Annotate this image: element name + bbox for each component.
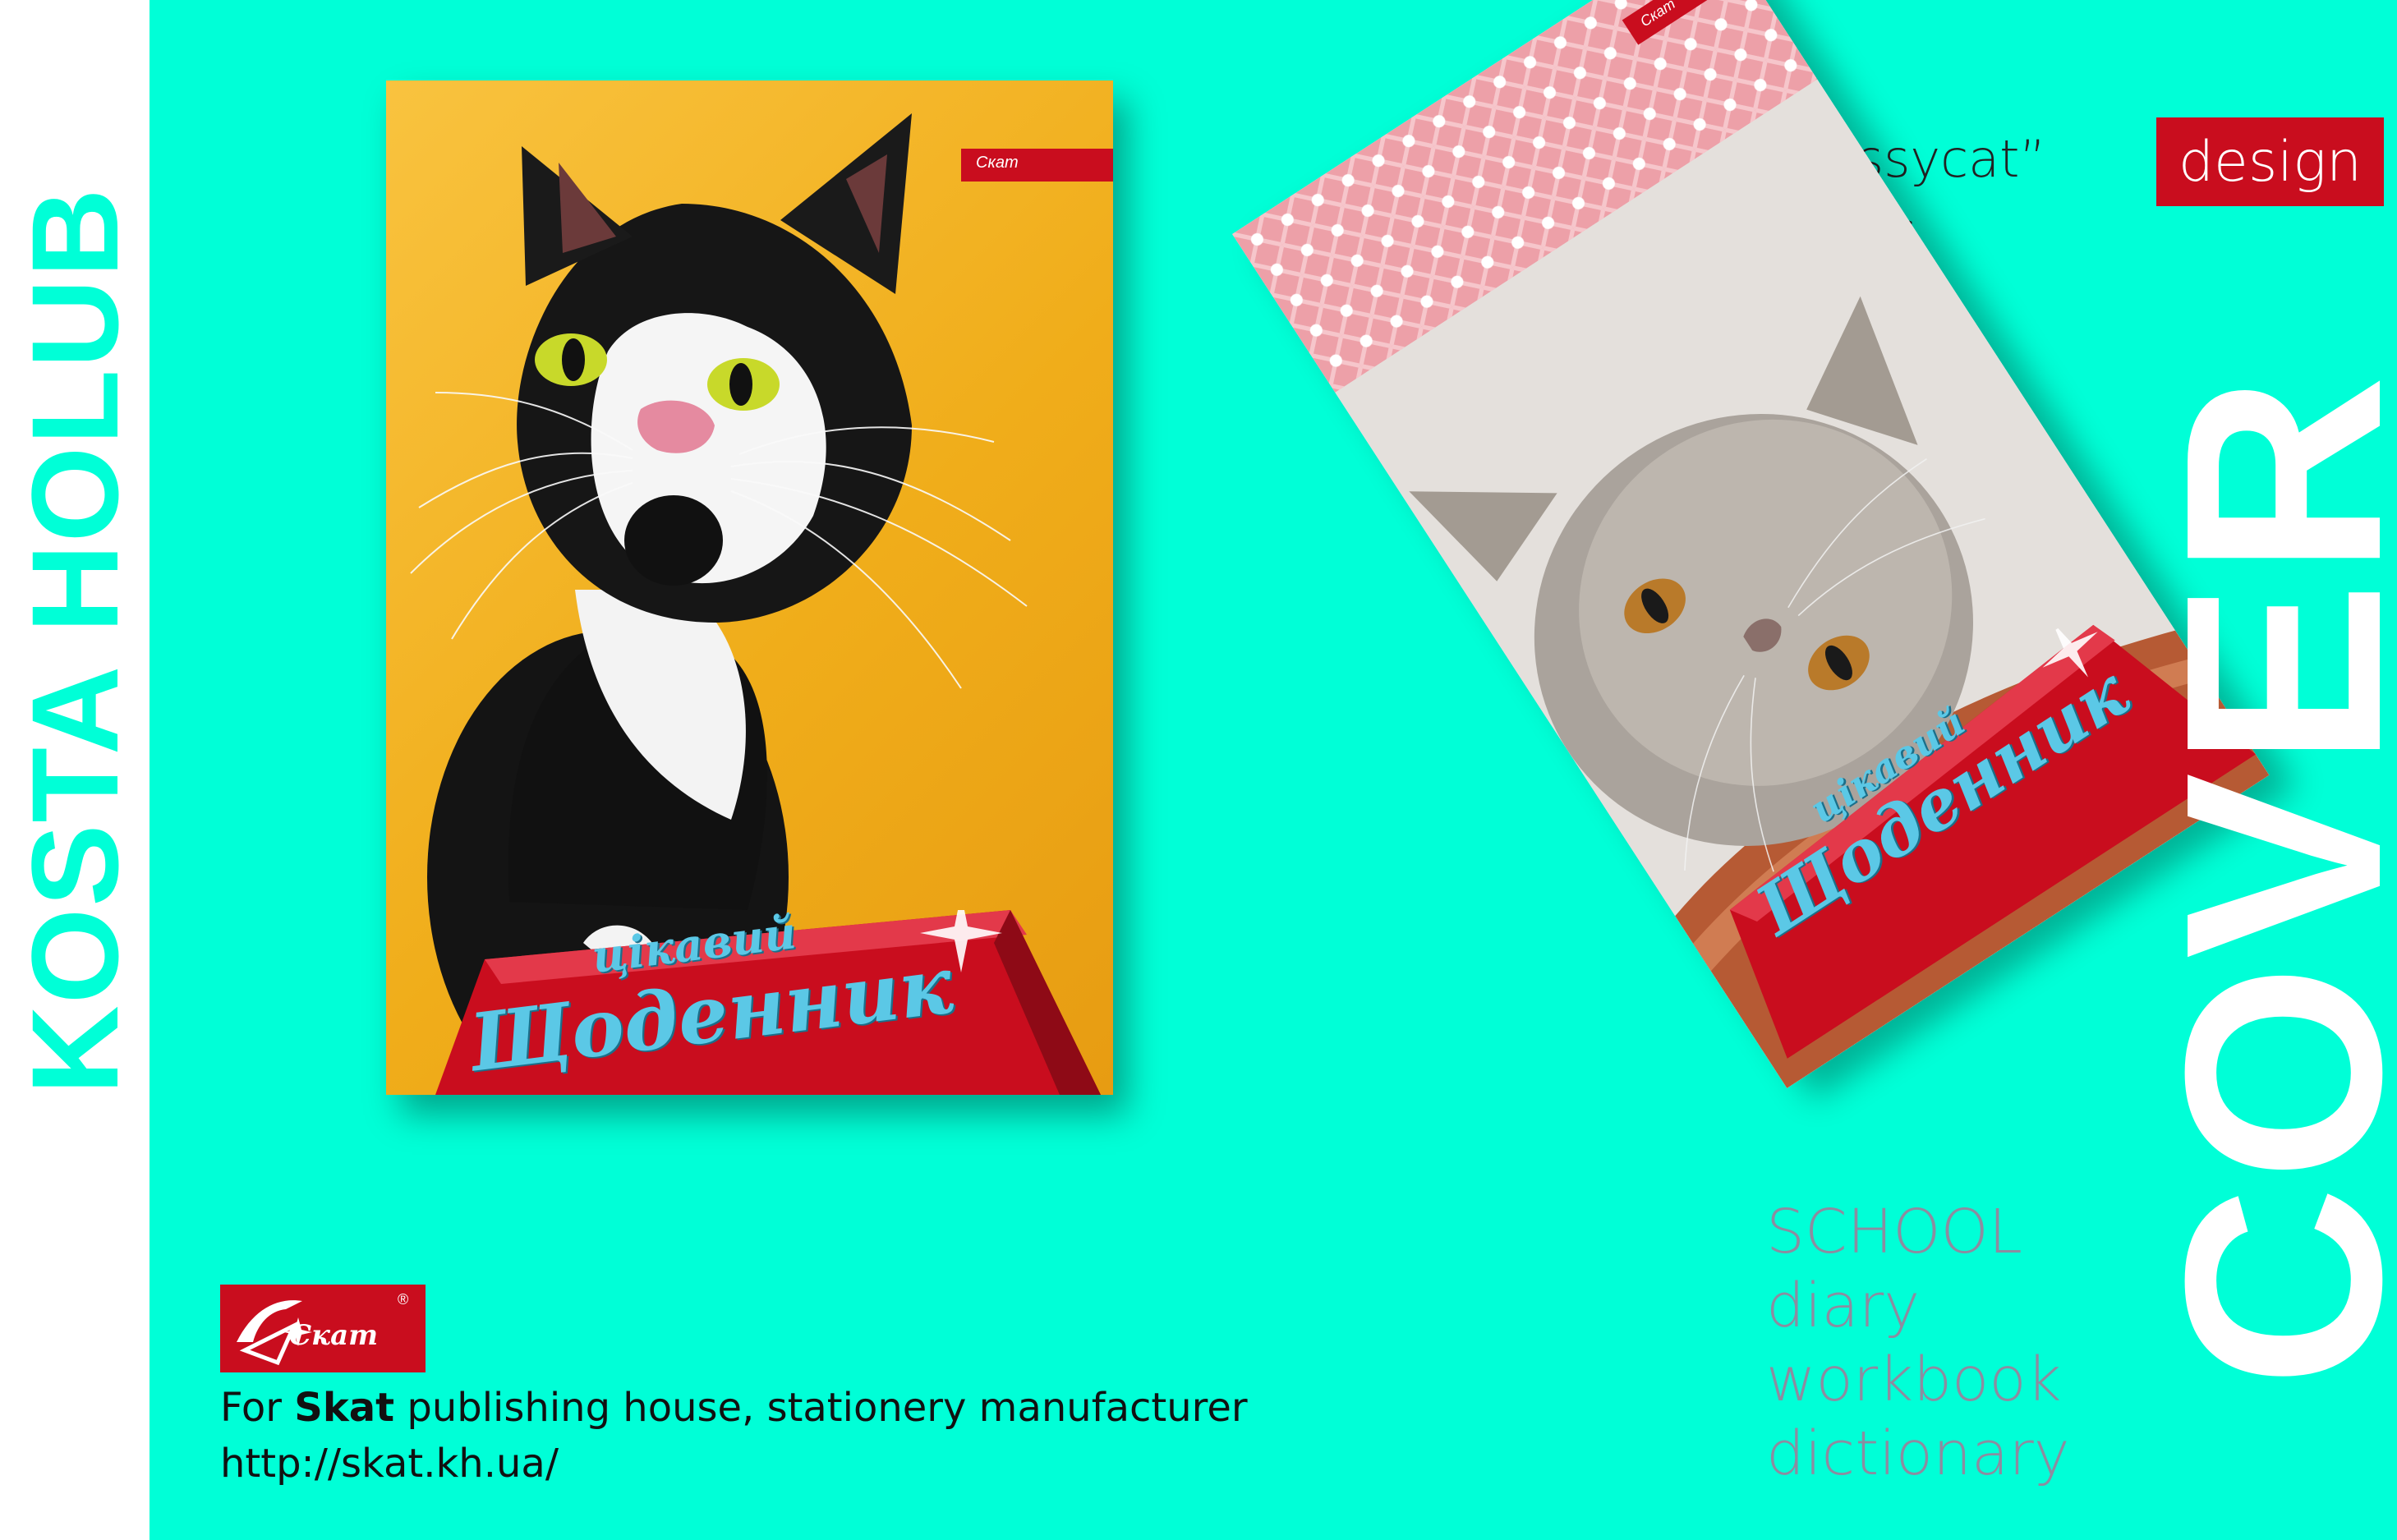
product-categories: SCHOOL diary workbook dictionary xyxy=(1766,1195,2070,1491)
cover-headline-vertical: COVER xyxy=(2128,370,2397,1388)
category-diary: diary xyxy=(1766,1271,1921,1341)
publisher-tag: Скат xyxy=(961,149,1113,182)
title-banner: цікавий Щоденник xyxy=(435,894,1101,1095)
credit-url[interactable]: http://skat.kh.ua/ xyxy=(220,1436,1248,1492)
category-school: SCHOOL xyxy=(1766,1197,2023,1267)
credit-prefix: For xyxy=(220,1385,295,1431)
credit-brand: Skat xyxy=(294,1385,395,1431)
credit-suffix: publishing house, stationery manufacture… xyxy=(394,1385,1248,1431)
credit-line: For Skat publishing house, stationery ma… xyxy=(220,1380,1248,1436)
category-dictionary: dictionary xyxy=(1766,1418,2070,1489)
registered-mark: ® xyxy=(398,1291,409,1308)
diary-cover-black-cat: Скат цікавий Щоденник xyxy=(386,80,1113,1095)
category-workbook: workbook xyxy=(1766,1345,2062,1415)
credit-text: For Skat publishing house, stationery ma… xyxy=(220,1380,1248,1492)
diary-cover-grey-cat: Скат цікавий Щоденник xyxy=(1232,0,2270,1088)
skat-logo-word: Скат xyxy=(289,1319,379,1352)
publisher-tag-logo: Скат xyxy=(976,154,1019,172)
skat-logo: Скат ® xyxy=(220,1285,426,1372)
author-name-vertical: KOSTA HOLUB xyxy=(6,186,144,1095)
design-badge: design xyxy=(2156,117,2384,206)
